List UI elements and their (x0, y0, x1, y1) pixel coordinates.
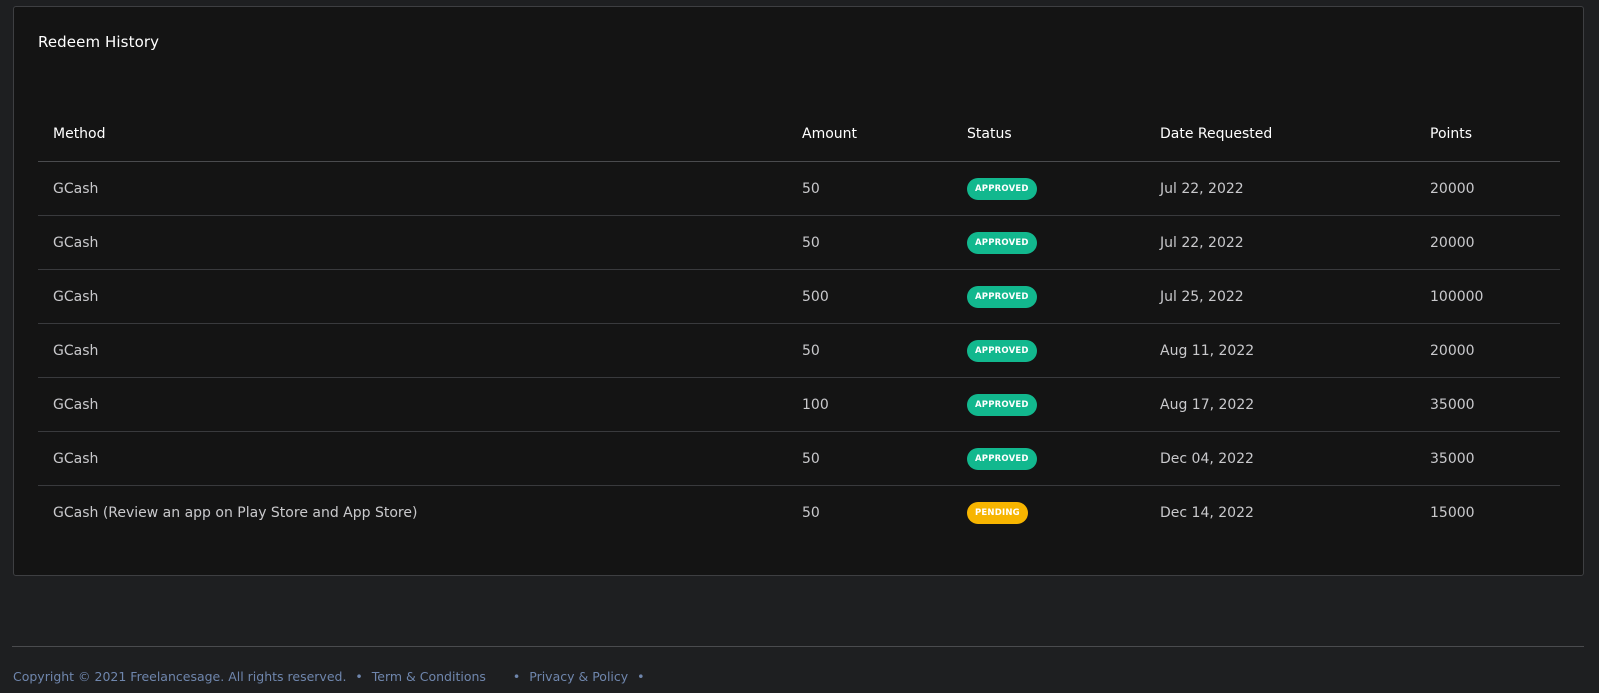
amount-cell: 50 (802, 234, 820, 251)
footer-bullet: • (637, 669, 645, 684)
amount-cell: 50 (802, 342, 820, 359)
status-badge: APPROVED (967, 285, 1037, 308)
footer-bullet: • (512, 669, 521, 684)
amount-cell: 50 (802, 450, 820, 467)
amount-cell: 50 (802, 505, 820, 521)
status-cell: APPROVED (967, 216, 1037, 269)
redeem-history-table: Method Amount Status Date Requested Poin… (38, 107, 1560, 540)
footer: Copyright © 2021 Freelancesage. All righ… (13, 669, 650, 684)
column-header-method: Method (53, 126, 106, 142)
method-cell: GCash (53, 234, 99, 251)
points-cell: 20000 (1430, 180, 1475, 197)
table-row: GCash (Review an app on Play Store and A… (38, 486, 1560, 540)
amount-cell: 500 (802, 288, 829, 305)
method-cell: GCash (53, 396, 99, 413)
status-badge: PENDING (967, 502, 1028, 524)
status-badge: APPROVED (967, 231, 1037, 254)
status-cell: APPROVED (967, 270, 1037, 323)
status-cell: APPROVED (967, 432, 1037, 485)
status-badge: APPROVED (967, 393, 1037, 416)
table-row: GCash 500 APPROVED Jul 25, 2022 100000 (38, 270, 1560, 324)
amount-cell: 50 (802, 180, 820, 197)
date-cell: Jul 22, 2022 (1160, 180, 1244, 197)
column-header-date-requested: Date Requested (1160, 126, 1273, 142)
status-badge: APPROVED (967, 339, 1037, 362)
points-cell: 15000 (1430, 505, 1475, 521)
column-header-points: Points (1430, 126, 1473, 142)
terms-conditions-link[interactable]: Term & Conditions (372, 669, 486, 684)
method-cell: GCash (53, 342, 99, 359)
date-cell: Jul 25, 2022 (1160, 288, 1244, 305)
status-badge: APPROVED (967, 447, 1037, 470)
method-cell: GCash (53, 288, 99, 305)
date-cell: Dec 14, 2022 (1160, 505, 1254, 521)
date-cell: Aug 11, 2022 (1160, 342, 1255, 359)
footer-divider (12, 646, 1584, 647)
table-header-row: Method Amount Status Date Requested Poin… (38, 107, 1560, 162)
method-cell: GCash (Review an app on Play Store and A… (53, 505, 418, 521)
redeem-history-card: Redeem History Method Amount Status Date… (13, 6, 1584, 576)
column-header-amount: Amount (802, 126, 858, 142)
points-cell: 35000 (1430, 396, 1475, 413)
table-row: GCash 50 APPROVED Aug 11, 2022 20000 (38, 324, 1560, 378)
date-cell: Aug 17, 2022 (1160, 396, 1255, 413)
status-cell: APPROVED (967, 162, 1037, 215)
points-cell: 35000 (1430, 450, 1475, 467)
table-row: GCash 50 APPROVED Jul 22, 2022 20000 (38, 216, 1560, 270)
date-cell: Jul 22, 2022 (1160, 234, 1244, 251)
table-row: GCash 100 APPROVED Aug 17, 2022 35000 (38, 378, 1560, 432)
method-cell: GCash (53, 180, 99, 197)
status-badge: APPROVED (967, 177, 1037, 200)
table-row: GCash 50 APPROVED Dec 04, 2022 35000 (38, 432, 1560, 486)
method-cell: GCash (53, 450, 99, 467)
privacy-policy-link[interactable]: Privacy & Policy (529, 669, 628, 684)
points-cell: 20000 (1430, 234, 1475, 251)
points-cell: 20000 (1430, 342, 1475, 359)
footer-bullet: • (355, 669, 363, 684)
status-cell: APPROVED (967, 378, 1037, 431)
points-cell: 100000 (1430, 288, 1484, 305)
status-cell: APPROVED (967, 324, 1037, 377)
date-cell: Dec 04, 2022 (1160, 450, 1254, 467)
status-cell: PENDING (967, 486, 1028, 540)
copyright-text: Copyright © 2021 Freelancesage. All righ… (13, 669, 347, 684)
card-title: Redeem History (38, 33, 160, 51)
amount-cell: 100 (802, 396, 829, 413)
table-row: GCash 50 APPROVED Jul 22, 2022 20000 (38, 162, 1560, 216)
column-header-status: Status (967, 126, 1012, 142)
